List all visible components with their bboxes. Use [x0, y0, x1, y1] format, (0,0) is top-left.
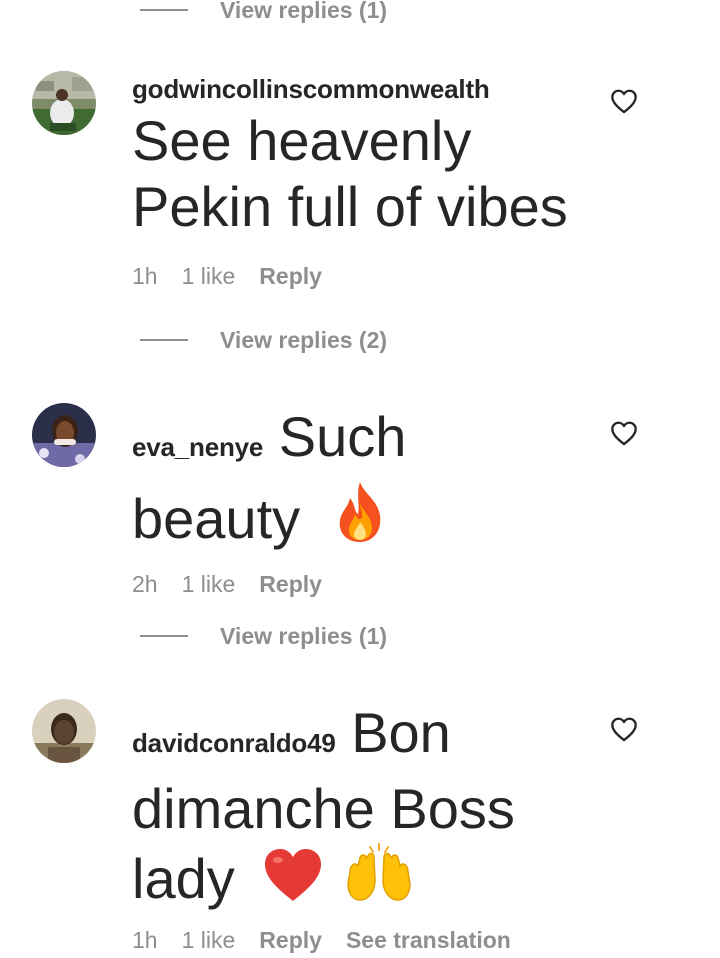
- comment-text: See heavenly Pekin full of vibes: [132, 108, 602, 240]
- red-heart-emoji: [265, 849, 322, 901]
- comment-username[interactable]: davidconraldo49: [132, 728, 336, 758]
- view-replies-row[interactable]: View replies (1): [140, 0, 387, 30]
- heart-outline-icon[interactable]: [610, 716, 638, 742]
- reply-button[interactable]: Reply: [259, 927, 322, 954]
- avatar[interactable]: [32, 699, 96, 763]
- avatar[interactable]: [32, 403, 96, 467]
- see-translation-button[interactable]: See translation: [346, 927, 511, 954]
- comment-text-line: Bon: [351, 701, 451, 764]
- comment-text-line: dimanche Boss: [132, 777, 515, 840]
- comment-time: 1h: [132, 926, 158, 953]
- comment-text-line: beauty: [132, 487, 301, 550]
- like-count[interactable]: 1 like: [182, 263, 236, 290]
- replies-divider-line: [140, 635, 188, 637]
- view-replies-link[interactable]: View replies (2): [220, 327, 387, 354]
- reply-button[interactable]: Reply: [259, 263, 322, 290]
- comment-text-line: See heavenly: [132, 109, 472, 172]
- view-replies-link[interactable]: View replies (1): [220, 623, 387, 650]
- comment-username[interactable]: godwincollinscommonwealth: [132, 72, 602, 106]
- like-count[interactable]: 1 like: [182, 927, 236, 954]
- comment-time: 2h: [132, 570, 158, 597]
- replies-divider-line: [140, 339, 188, 341]
- fire-emoji: [339, 482, 380, 542]
- raising-hands-emoji: [347, 843, 411, 901]
- heart-outline-icon[interactable]: [610, 88, 638, 114]
- view-replies-link[interactable]: View replies (1): [220, 0, 387, 24]
- view-replies-row[interactable]: View replies (2): [140, 320, 387, 360]
- comment-username[interactable]: eva_nenye: [132, 432, 263, 462]
- comment-text-line: Pekin full of vibes: [132, 175, 568, 238]
- comment-text-line: lady: [132, 847, 235, 910]
- comment-meta: 1h 1 like Reply: [132, 258, 602, 294]
- like-count[interactable]: 1 like: [182, 571, 236, 598]
- comment-time: 1h: [132, 262, 158, 289]
- comment-text-line: Such: [278, 405, 407, 468]
- avatar[interactable]: [32, 71, 96, 135]
- comment-meta: 2h 1 like Reply: [132, 566, 602, 602]
- heart-outline-icon[interactable]: [610, 420, 638, 446]
- comment-text: eva_nenye Such beauty: [132, 404, 602, 552]
- replies-divider-line: [140, 9, 188, 11]
- comment-meta: 1h 1 like Reply See translation: [132, 922, 602, 958]
- comment-text: davidconraldo49 Bon dimanche Boss lady: [132, 700, 602, 912]
- view-replies-row[interactable]: View replies (1): [140, 616, 387, 656]
- reply-button[interactable]: Reply: [259, 571, 322, 598]
